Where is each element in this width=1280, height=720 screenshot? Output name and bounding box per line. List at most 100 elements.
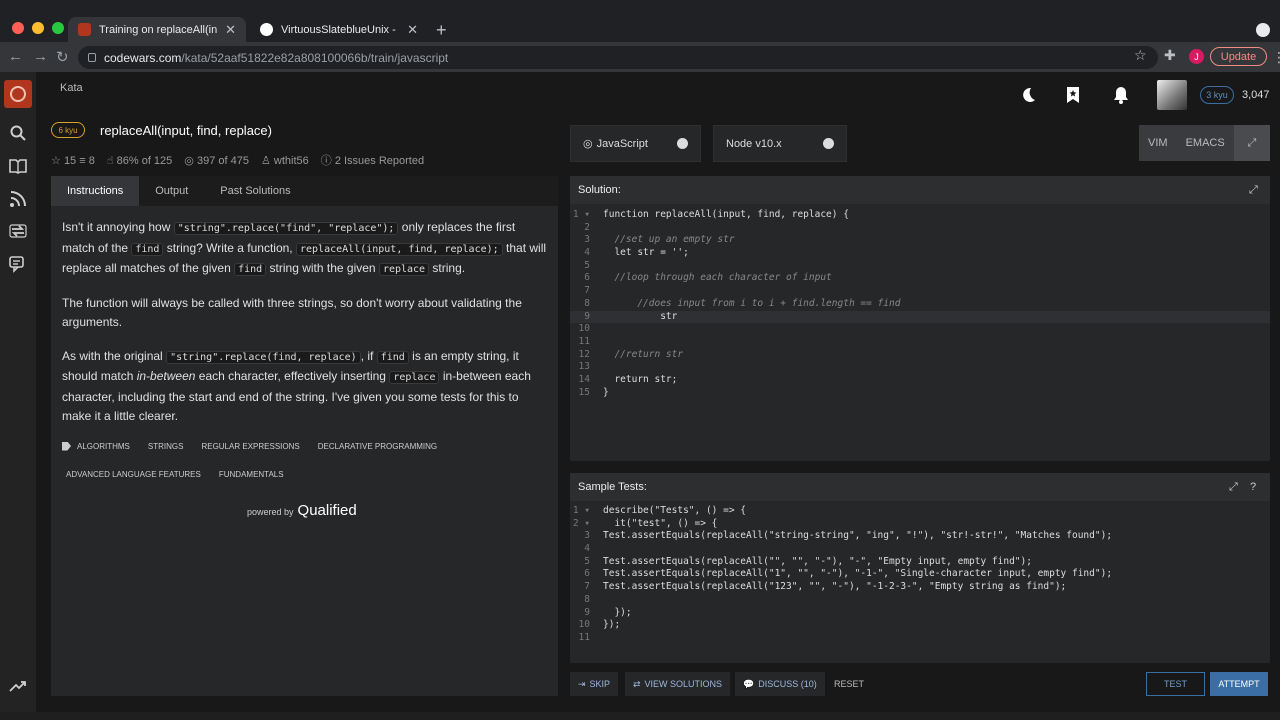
docs-book-icon[interactable] xyxy=(9,157,27,175)
powered-by-qualified[interactable]: powered by Qualified xyxy=(247,502,357,519)
minimize-window-button[interactable] xyxy=(32,22,44,34)
language-select[interactable]: ◎ JavaScript xyxy=(570,125,701,162)
tab-output[interactable]: Output xyxy=(139,176,204,206)
close-tab-icon[interactable]: ✕ xyxy=(225,22,236,38)
code-line[interactable]: 11 xyxy=(570,336,1270,349)
address-bar[interactable]: codewars.com/kata/52aaf51822e82a80810006… xyxy=(78,46,1158,69)
tag-declarative-programming[interactable]: DECLARATIVE PROGRAMMING xyxy=(318,442,437,451)
code-line[interactable]: 8 xyxy=(570,594,1270,607)
tag-regular-expressions[interactable]: REGULAR EXPRESSIONS xyxy=(201,442,299,451)
code-line[interactable]: 14 return str; xyxy=(570,374,1270,387)
runtime-select[interactable]: Node v10.x xyxy=(713,125,847,162)
reset-button[interactable]: RESET xyxy=(826,672,872,696)
description-paragraph-1: Isn't it annoying how "string".replace("… xyxy=(62,220,547,276)
code-line[interactable]: 3 //set up an empty str xyxy=(570,234,1270,247)
extensions-icon[interactable]: ✚ xyxy=(1164,47,1176,64)
search-icon[interactable] xyxy=(9,124,27,142)
code-line[interactable]: 15} xyxy=(570,387,1270,400)
editor-mode-bar: VIM EMACS ⤢ xyxy=(1139,125,1270,161)
trending-arrow-icon[interactable] xyxy=(9,677,27,695)
reload-icon[interactable]: ↻ xyxy=(56,48,69,66)
line-number: 1 ▾ xyxy=(572,505,590,516)
stars-stat[interactable]: ☆ 15 ≡ 8 xyxy=(51,154,95,167)
issues-stat[interactable]: ⓘ 2 Issues Reported xyxy=(321,152,424,168)
discussions-chat-icon[interactable] xyxy=(9,255,27,273)
tab-search-icon[interactable] xyxy=(1256,23,1270,37)
attempt-button[interactable]: ATTEMPT xyxy=(1210,672,1268,696)
code-line[interactable]: 2 xyxy=(570,222,1270,235)
code-line[interactable]: 5 Test.assertEquals(replaceAll("", "", "-… xyxy=(570,556,1270,569)
close-window-button[interactable] xyxy=(12,22,24,34)
discuss-button[interactable]: 💬 DISCUSS (10) xyxy=(735,672,825,696)
fullscreen-icon[interactable]: ⤢ xyxy=(1233,125,1270,161)
new-tab-icon[interactable]: + xyxy=(436,20,447,41)
emacs-mode-button[interactable]: EMACS xyxy=(1177,125,1234,161)
code-line[interactable]: 7 Test.assertEquals(replaceAll("123", "",… xyxy=(570,581,1270,594)
code-line[interactable]: 6 Test.assertEquals(replaceAll("1", "", "… xyxy=(570,568,1270,581)
code-line[interactable]: 1 ▾ function replaceAll(input, find, repl… xyxy=(570,209,1270,222)
kata-section-link[interactable]: Kata xyxy=(60,82,83,94)
solution-code[interactable]: 1 ▾ function replaceAll(input, find, repl… xyxy=(570,209,1270,399)
tab-past-solutions[interactable]: Past Solutions xyxy=(204,176,306,206)
code-line[interactable]: 10 xyxy=(570,323,1270,336)
forward-arrow-icon[interactable]: → xyxy=(33,48,48,65)
sample-tests-code[interactable]: 1 ▾ describe("Tests", () => {2 ▾ it("test… xyxy=(570,505,1270,645)
author-stat[interactable]: ♙ wthit56 xyxy=(261,154,309,167)
code-line[interactable]: 6 //loop through each character of input xyxy=(570,272,1270,285)
maximize-window-button[interactable] xyxy=(52,22,64,34)
codewars-logo-icon[interactable] xyxy=(4,80,32,108)
dark-mode-moon-icon[interactable] xyxy=(1019,86,1037,109)
notifications-bell-icon[interactable] xyxy=(1112,86,1130,109)
code-line[interactable]: 10}); xyxy=(570,619,1270,632)
update-button[interactable]: Update xyxy=(1210,47,1267,66)
bookmark-icon[interactable] xyxy=(1064,86,1082,109)
tab-instructions[interactable]: Instructions xyxy=(51,176,140,206)
browser-tab-codewars[interactable]: Training on replaceAll(input, find, repl… xyxy=(68,17,246,42)
code-line[interactable]: 2 ▾ it("test", () => { xyxy=(570,518,1270,531)
browser-menu-icon[interactable]: ⋮ xyxy=(1272,49,1280,66)
user-avatar[interactable] xyxy=(1157,80,1187,110)
line-number: 4 xyxy=(584,247,590,259)
stars-count: 15 xyxy=(63,154,77,167)
feed-rss-icon[interactable] xyxy=(9,190,27,208)
code-line[interactable]: 5 xyxy=(570,260,1270,273)
tag-algorithms[interactable]: ALGORITHMS xyxy=(77,442,130,451)
browser-tab-replit[interactable]: VirtuousSlateblueUnix - Replit ✕ xyxy=(250,17,428,42)
collections-icon: ≡ xyxy=(79,154,86,167)
test-button[interactable]: TEST xyxy=(1146,672,1205,696)
code-line[interactable]: 4 let str = ''; xyxy=(570,247,1270,260)
code-line[interactable]: 13 xyxy=(570,361,1270,374)
inline-code: replace xyxy=(378,263,430,276)
code-line[interactable]: 7 xyxy=(570,285,1270,298)
chevron-down-icon xyxy=(823,138,834,149)
expand-icon[interactable]: ⤢ xyxy=(1229,481,1238,494)
tag-strings[interactable]: STRINGS xyxy=(148,442,184,451)
practice-cycle-icon[interactable] xyxy=(9,222,27,240)
line-number: 5 xyxy=(584,555,590,567)
code-line[interactable]: 9 str xyxy=(570,310,1270,324)
line-number: 2 xyxy=(584,221,590,233)
code-line[interactable]: 12 //return str xyxy=(570,349,1270,362)
line-number: 1 ▾ xyxy=(572,209,590,220)
user-rank-badge: 3 kyu xyxy=(1200,86,1234,104)
help-icon[interactable]: ? xyxy=(1250,481,1256,493)
tag-fundamentals[interactable]: FUNDAMENTALS xyxy=(219,470,284,479)
expand-icon[interactable]: ⤢ xyxy=(1249,184,1258,197)
code-line[interactable]: 1 ▾ describe("Tests", () => { xyxy=(570,505,1270,518)
view-solutions-button[interactable]: ⇄ VIEW SOLUTIONS xyxy=(625,672,731,696)
tag-advanced-language-features[interactable]: ADVANCED LANGUAGE FEATURES xyxy=(66,470,201,479)
close-tab-icon[interactable]: ✕ xyxy=(407,22,418,38)
code-line[interactable]: 9 }); xyxy=(570,607,1270,620)
code-line[interactable]: 3 Test.assertEquals(replaceAll("string-st… xyxy=(570,530,1270,543)
back-arrow-icon[interactable]: ← xyxy=(8,48,23,65)
line-number: 11 xyxy=(578,335,590,347)
skip-button[interactable]: ⇥ SKIP xyxy=(570,672,619,696)
line-number: 10 xyxy=(578,619,590,631)
line-number: 3 xyxy=(584,234,590,246)
vim-mode-button[interactable]: VIM xyxy=(1139,125,1177,161)
bookmark-star-icon[interactable]: ☆ xyxy=(1134,47,1147,64)
code-line[interactable]: 4 xyxy=(570,543,1270,556)
code-line[interactable]: 11 xyxy=(570,632,1270,645)
profile-avatar[interactable]: J xyxy=(1189,49,1204,64)
code-line[interactable]: 8 //does input from i to i + find.length… xyxy=(570,298,1270,311)
